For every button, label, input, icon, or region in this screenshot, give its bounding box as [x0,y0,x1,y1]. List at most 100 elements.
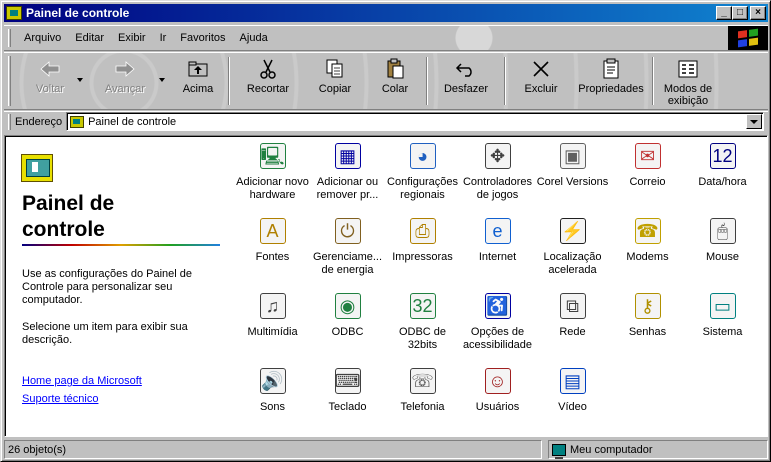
menu-editar[interactable]: Editar [68,32,111,44]
control-panel-item[interactable]: ⌨ Teclado [310,365,385,436]
tech-support-link[interactable]: Suporte técnico [22,393,98,405]
undo-button[interactable]: Desfazer [431,53,501,109]
control-panel-item[interactable]: ⎙ Impressoras [385,215,460,290]
paste-button[interactable]: Colar [367,53,423,109]
pane-instruction: Selecione um item para exibir sua descri… [22,321,188,346]
control-panel-item[interactable]: ☺ Usuários [460,365,535,436]
menu-ir[interactable]: Ir [153,32,174,44]
status-location: Meu computador [548,440,768,459]
address-bar: Endereço Painel de controle [4,111,768,131]
address-grip[interactable] [8,113,11,130]
control-panel-item[interactable]: ♿ Opções de acessibilidade [460,290,535,365]
scissors-icon [256,58,280,80]
delete-button[interactable]: Excluir [509,53,573,109]
control-panel-item[interactable]: 32 ODBC de 32bits [385,290,460,365]
menu-bar: Arquivo Editar Exibir Ir Favoritos Ajuda [4,25,768,51]
control-panel-item[interactable]: ✉ Correio [610,140,685,215]
maximize-button[interactable]: □ [732,6,748,20]
back-dropdown-arrow[interactable] [77,78,83,82]
address-dropdown-button[interactable] [746,114,762,129]
menu-grip[interactable] [8,29,11,47]
odbc-32-icon: 32 [407,290,439,322]
control-panel-item[interactable]: ☏ Telefonia [385,365,460,436]
control-panel-item[interactable]: ▣ Corel Versions [535,140,610,215]
accessibility-icon: ♿ [482,290,514,322]
close-button[interactable]: × [750,6,766,20]
control-panel-item[interactable]: ▤ Vídeo [535,365,610,436]
cut-button[interactable]: Recortar [233,53,303,109]
fonts-folder-icon: A [257,215,289,247]
control-panel-large-icon [21,154,53,182]
up-button[interactable]: Acima [171,53,225,109]
folder-up-icon [186,58,210,80]
keys-icon: ⚷ [632,290,664,322]
multimedia-icon: ♫ [257,290,289,322]
control-panel-item[interactable]: ⧉ Rede [535,290,610,365]
back-label: Voltar [35,83,65,95]
item-label: Modems [626,251,669,263]
hardware-icon: 🖳 [257,140,289,172]
forward-button[interactable]: Avançar [93,53,157,109]
corel-versions-icon: ▣ [557,140,589,172]
properties-icon [599,58,623,80]
globe-icon: ◕ [407,140,439,172]
item-label: Impressoras [392,251,453,263]
title-bar[interactable]: Painel de controle _ □ × [4,4,768,22]
undo-label: Desfazer [443,83,489,95]
control-panel-item[interactable]: 🖱 Mouse [685,215,760,290]
control-panel-item[interactable]: ⚷ Senhas [610,290,685,365]
status-location-label: Meu computador [570,443,653,456]
pane-title: Painel de controle [22,192,115,241]
menu-arquivo[interactable]: Arquivo [17,32,68,44]
control-panel-item[interactable]: ⏻ Gerenciame... de energia [310,215,385,290]
control-panel-item[interactable]: 🖳 Adicionar novo hardware [235,140,310,215]
item-label: Adicionar ou remover pr... [316,176,379,201]
menu-exibir[interactable]: Exibir [111,32,153,44]
odbc-icon: ◉ [332,290,364,322]
properties-button[interactable]: Propriedades [573,53,649,109]
control-panel-item[interactable]: 12 Data/hora [685,140,760,215]
cut-label: Recortar [246,83,290,95]
control-panel-item[interactable]: e Internet [460,215,535,290]
toolbar-grip[interactable] [8,56,11,106]
item-label: Adicionar novo hardware [236,176,309,201]
pane-description: Use as configurações do Painel de Contro… [22,268,192,306]
item-label: Rede [559,326,586,338]
control-panel-item[interactable]: ⚡ Localização acelerada [535,215,610,290]
control-panel-item[interactable]: ▭ Sistema [685,290,760,365]
control-panel-item[interactable]: ☎ Modems [610,215,685,290]
menu-ajuda[interactable]: Ajuda [233,32,275,44]
forward-dropdown-arrow[interactable] [159,78,165,82]
copy-button[interactable]: Copiar [303,53,367,109]
calendar-clock-icon: 12 [707,140,739,172]
undo-icon [454,58,478,80]
views-button[interactable]: Modos de exibição [657,53,719,109]
minimize-button[interactable]: _ [716,6,732,20]
binoculars-icon: ⚡ [557,215,589,247]
address-field[interactable]: Painel de controle [66,112,764,131]
delete-label: Excluir [524,83,558,95]
item-label: Localização acelerada [543,251,602,276]
control-panel-icon [70,115,85,128]
back-button[interactable]: Voltar [15,53,85,109]
control-panel-item[interactable]: ▦ Adicionar ou remover pr... [310,140,385,215]
address-label: Endereço [15,115,63,128]
views-grid-icon [676,58,700,80]
item-label: Mouse [705,251,740,263]
control-panel-item[interactable]: ♫ Multimídia [235,290,310,365]
copy-icon [323,58,347,80]
control-panel-item[interactable]: A Fontes [235,215,310,290]
status-object-count: 26 objeto(s) [4,440,542,459]
item-label: Controladores de jogos [462,176,533,201]
control-panel-item[interactable]: ◉ ODBC [310,290,385,365]
control-panel-item[interactable]: ◕ Configurações regionais [385,140,460,215]
printers-folder-icon: ⎙ [407,215,439,247]
control-panel-item[interactable]: ✥ Controladores de jogos [460,140,535,215]
folder-view: Painel de controle Use as configurações … [4,135,768,437]
control-panel-item[interactable]: 🔊 Sons [235,365,310,436]
network-icon: ⧉ [557,290,589,322]
menu-favoritos[interactable]: Favoritos [173,32,232,44]
users-icon: ☺ [482,365,514,397]
window-controls: _ □ × [716,6,766,20]
microsoft-home-link[interactable]: Home page da Microsoft [22,375,142,387]
